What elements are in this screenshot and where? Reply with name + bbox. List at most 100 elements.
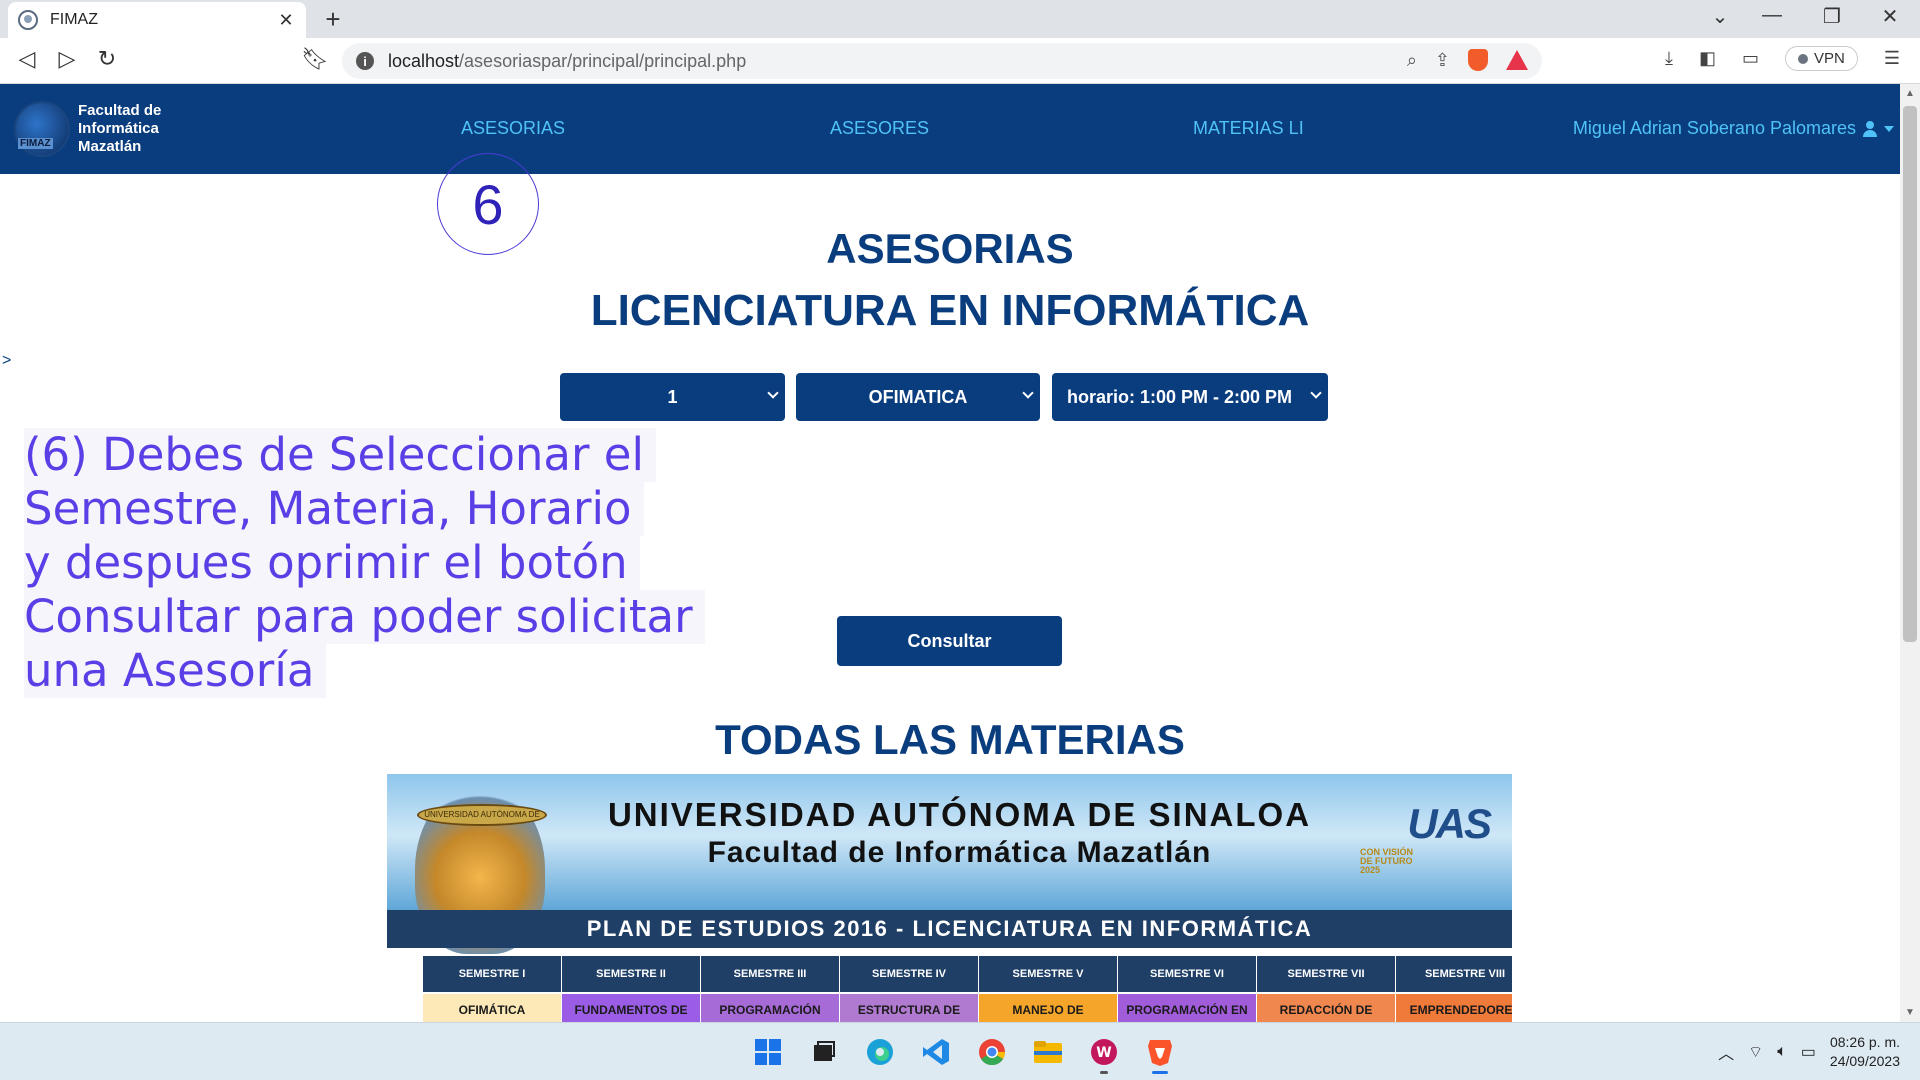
subject-cell: OFIMÁTICA [423,994,561,1022]
close-window-button[interactable]: ✕ [1870,4,1910,29]
site-info-icon[interactable]: i [356,52,374,70]
horario-value: horario: 1:00 PM - 2:00 PM [1067,386,1293,407]
uas-logo: UAS [1407,800,1492,847]
tab-list-chevron-icon[interactable]: ⌄ [1700,4,1740,29]
nav-asesores[interactable]: ASESORES [830,118,929,139]
vpn-label: VPN [1814,50,1845,67]
minimize-button[interactable]: — [1752,4,1792,27]
restore-button[interactable]: ❐ [1812,4,1852,29]
faculty-name: Facultad de Informática Mazatlán [707,836,1212,869]
study-plan-image: UNIVERSIDAD AUTÓNOMA DE SINALOA UNIVERSI… [387,774,1512,1022]
close-tab-icon[interactable]: ✕ [276,10,296,31]
start-menu-icon[interactable] [748,1032,788,1072]
chrome-icon[interactable] [972,1032,1012,1072]
semester-header: SEMESTRE VI [1118,956,1256,992]
browser-tab[interactable]: FIMAZ ✕ [8,2,306,38]
fimaz-logo[interactable]: FIMAZ Facultad de Informática Mazatlán [14,96,174,162]
all-subjects-title: TODAS LAS MATERIAS [715,716,1185,763]
semester-header: SEMESTRE V [979,956,1117,992]
semester-header: SEMESTRE IV [840,956,978,992]
nav-asesorias[interactable]: ASESORIAS [461,118,565,139]
annotation-line: y despues oprimir el botón [24,536,640,590]
subject-cell: FUNDAMENTOS DE [562,994,700,1022]
share-icon[interactable]: ⇪ [1435,50,1450,71]
page-subtitle: LICENCIATURA EN INFORMÁTICA [590,286,1310,335]
user-icon [1862,120,1878,137]
wallet-icon[interactable]: ▭ [1742,48,1759,69]
tab-title: FIMAZ [50,11,98,28]
battery-icon[interactable]: ▭ [1801,1042,1816,1062]
task-view-icon[interactable] [804,1032,844,1072]
scroll-up-icon[interactable]: ▲ [1905,88,1915,99]
active-indicator [1152,1071,1168,1074]
system-clock[interactable]: 08:26 p. m. 24/09/2023 [1830,1033,1900,1071]
annotation-line: Semestre, Materia, Horario [24,482,644,536]
browser-toolbar: ◁ ▷ ↻ 🔖︎ i localhost /asesoriaspar/princ… [0,38,1920,84]
url-path: /asesoriaspar/principal/principal.php [459,50,747,71]
chevron-down-icon [767,387,779,399]
horario-select[interactable]: horario: 1:00 PM - 2:00 PM [1052,373,1328,421]
subject-cell: PROGRAMACIÓN EN [1118,994,1256,1022]
semestre-select[interactable]: 1 [560,373,785,421]
logo-line: Informática [78,120,159,137]
scrollbar-thumb[interactable] [1903,106,1917,642]
logo-line: Facultad de [78,102,162,119]
plan-column: SEMESTRE VII REDACCIÓN DE [1257,956,1396,1022]
back-button[interactable]: ◁ [12,46,42,72]
show-hidden-icons-icon[interactable]: ︿ [1718,1040,1734,1064]
url-host: localhost [388,50,460,71]
brave-rewards-icon[interactable] [1506,50,1528,70]
vpn-button[interactable]: VPN [1785,46,1858,71]
bookmark-icon[interactable]: 🔖︎ [300,46,330,72]
edge-icon[interactable] [860,1032,900,1072]
instruction-annotation: (6) Debes de Seleccionar el Semestre, Ma… [24,428,705,698]
plan-column: SEMESTRE III PROGRAMACIÓN [701,956,840,1022]
svg-text:W: W [1096,1045,1111,1061]
sidebar-icon[interactable]: ◧ [1699,48,1716,69]
plan-column: SEMESTRE IV ESTRUCTURA DE [840,956,979,1022]
chevron-down-icon [1022,387,1034,399]
browser-tab-bar: FIMAZ ✕ + ⌄ — ❐ ✕ [0,0,1920,38]
downloads-icon[interactable]: ⤓ [1665,48,1673,69]
clock-time: 08:26 p. m. [1829,1034,1900,1050]
windows-taskbar: W ︿ ⌔ 🔈︎ ▭ 08:26 p. m. 24/09/2023 [0,1022,1920,1080]
annotation-line: una Asesoría [24,644,327,698]
plan-column: SEMESTRE II FUNDAMENTOS DE [562,956,701,1022]
address-bar[interactable]: i localhost /asesoriaspar/principal/prin… [342,43,1542,79]
zoom-icon[interactable]: ⌕ [1407,50,1417,71]
new-tab-button[interactable]: + [318,4,348,35]
user-name: Miguel Adrian Soberano Palomares [1572,118,1856,138]
file-explorer-icon[interactable] [1028,1032,1068,1072]
plan-column: SEMESTRE VI PROGRAMACIÓN EN [1118,956,1257,1022]
brave-taskbar-icon[interactable] [1140,1032,1180,1074]
forward-button[interactable]: ▷ [52,46,82,72]
vision-text: CON VISIÓN DE FUTURO 2025 [1360,847,1414,875]
subject-cell: MANEJO DE [979,994,1117,1022]
nav-materias-li[interactable]: MATERIAS LI [1193,118,1304,139]
plan-column: SEMESTRE VIII EMPRENDEDORES [1396,956,1512,1022]
materia-select[interactable]: OFIMATICA [796,373,1040,421]
vscode-icon[interactable] [916,1032,956,1072]
page-scrollbar[interactable]: ▲ ▼ [1900,84,1920,1022]
volume-icon[interactable]: 🔈︎ [1777,1043,1787,1061]
semester-header: SEMESTRE III [701,956,839,992]
annotation-line: Consultar para poder solicitar [24,590,705,644]
menu-icon[interactable]: ☰ [1884,48,1900,69]
scroll-down-icon[interactable]: ▼ [1905,1007,1915,1018]
user-menu[interactable]: Miguel Adrian Soberano Palomares [1573,118,1894,139]
brave-shields-icon[interactable] [1468,49,1488,71]
wps-office-icon[interactable]: W [1084,1032,1124,1074]
wifi-icon[interactable]: ⌔ [1748,1042,1763,1062]
reload-button[interactable]: ↻ [92,46,122,72]
subject-cell: ESTRUCTURA DE [840,994,978,1022]
logo-mark-text: FIMAZ [18,138,53,149]
logo-text: Facultad de Informática Mazatlán [78,102,161,156]
dropdown-caret-icon [1884,125,1894,132]
logo-line: Mazatlán [78,138,142,155]
consultar-button[interactable]: Consultar [837,616,1062,666]
chevron-down-icon [1310,387,1322,399]
subject-cell: REDACCIÓN DE [1257,994,1395,1022]
stray-text: > [2,352,12,369]
university-name: UNIVERSIDAD AUTÓNOMA DE SINALOA [607,796,1312,833]
subject-cell: EMPRENDEDORES [1396,994,1512,1022]
